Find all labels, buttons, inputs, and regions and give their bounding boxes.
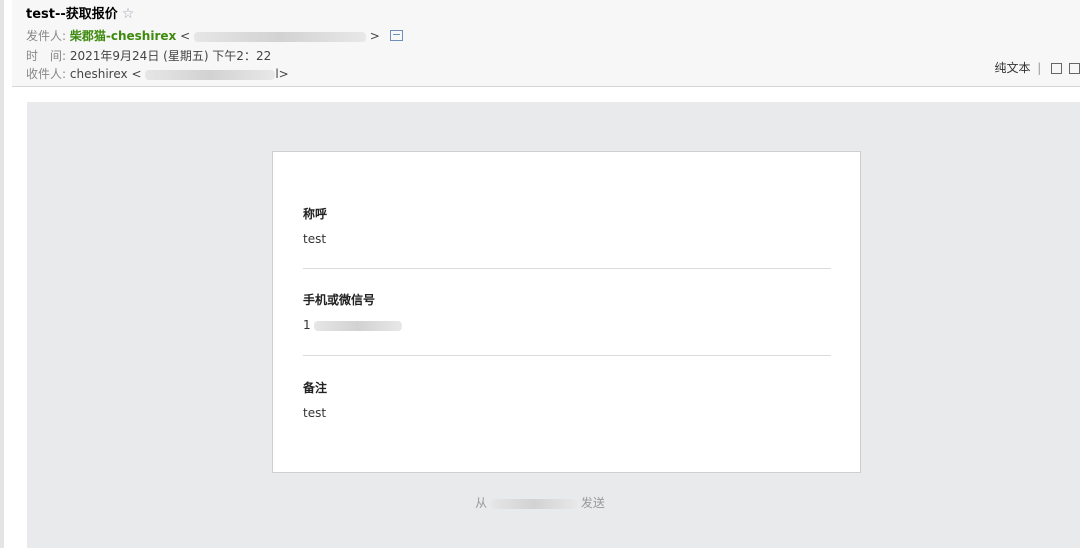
recipient-label: 收件人: xyxy=(26,67,67,81)
sender-addr-open: < xyxy=(180,29,191,43)
plain-text-link[interactable]: 纯文本 xyxy=(994,61,1030,75)
field-salutation: 称呼 test xyxy=(303,205,831,246)
field-value: test xyxy=(303,406,327,420)
phone-redacted xyxy=(314,320,403,331)
recipient-address-redacted xyxy=(145,69,276,80)
sent-from-redacted xyxy=(491,498,577,509)
window-left-border xyxy=(0,0,4,548)
mail-header: test--获取报价 ☆ 发件人: 柴郡猫-cheshirex < > 时 间: … xyxy=(12,0,1080,87)
phone-visible-digit: 1 xyxy=(303,318,311,332)
recipient-row: 收件人: cheshirex < l> xyxy=(26,65,289,82)
star-icon[interactable]: ☆ xyxy=(122,6,135,22)
field-value: test xyxy=(303,232,327,246)
sender-name[interactable]: 柴郡猫-cheshirex xyxy=(70,29,176,43)
field-phone-wechat: 手机或微信号 1 xyxy=(303,291,831,332)
field-value: 1 xyxy=(303,318,831,332)
field-label: 称呼 xyxy=(303,207,328,221)
recipient-addr-close: l> xyxy=(275,67,289,81)
field-remarks: 备注 test xyxy=(303,379,831,420)
field-label: 备注 xyxy=(303,381,328,395)
new-window-icon[interactable] xyxy=(1069,63,1080,74)
sender-row: 发件人: 柴郡猫-cheshirex < > xyxy=(26,27,403,44)
address-card-icon[interactable] xyxy=(389,30,403,41)
sender-addr-close: > xyxy=(369,29,380,43)
field-divider xyxy=(303,268,831,269)
header-toolbar: 纯文本 | xyxy=(994,59,1080,76)
recipient-name[interactable]: cheshirex xyxy=(70,67,128,81)
time-label: 时 间: xyxy=(26,49,67,63)
field-label: 手机或微信号 xyxy=(303,293,376,307)
subject-text: test--获取报价 xyxy=(26,7,118,22)
sent-from-suffix: 发送 xyxy=(580,496,605,510)
sender-label: 发件人: xyxy=(26,29,67,43)
field-divider xyxy=(303,355,831,356)
toolbar-separator: | xyxy=(1037,61,1042,75)
time-row: 时 间: 2021年9月24日 (星期五) 下午2：22 xyxy=(26,47,271,64)
time-value: 2021年9月24日 (星期五) 下午2：22 xyxy=(69,49,272,63)
sent-from-prefix: 从 xyxy=(475,496,488,510)
form-card: 称呼 test 手机或微信号 1 备注 test xyxy=(272,151,861,473)
restore-window-icon[interactable] xyxy=(1051,63,1063,74)
sender-address-redacted xyxy=(193,31,366,42)
mail-subject: test--获取报价 ☆ xyxy=(26,3,134,22)
sent-from-note: 从 发送 xyxy=(0,494,1080,511)
recipient-addr-open: < xyxy=(131,67,142,81)
